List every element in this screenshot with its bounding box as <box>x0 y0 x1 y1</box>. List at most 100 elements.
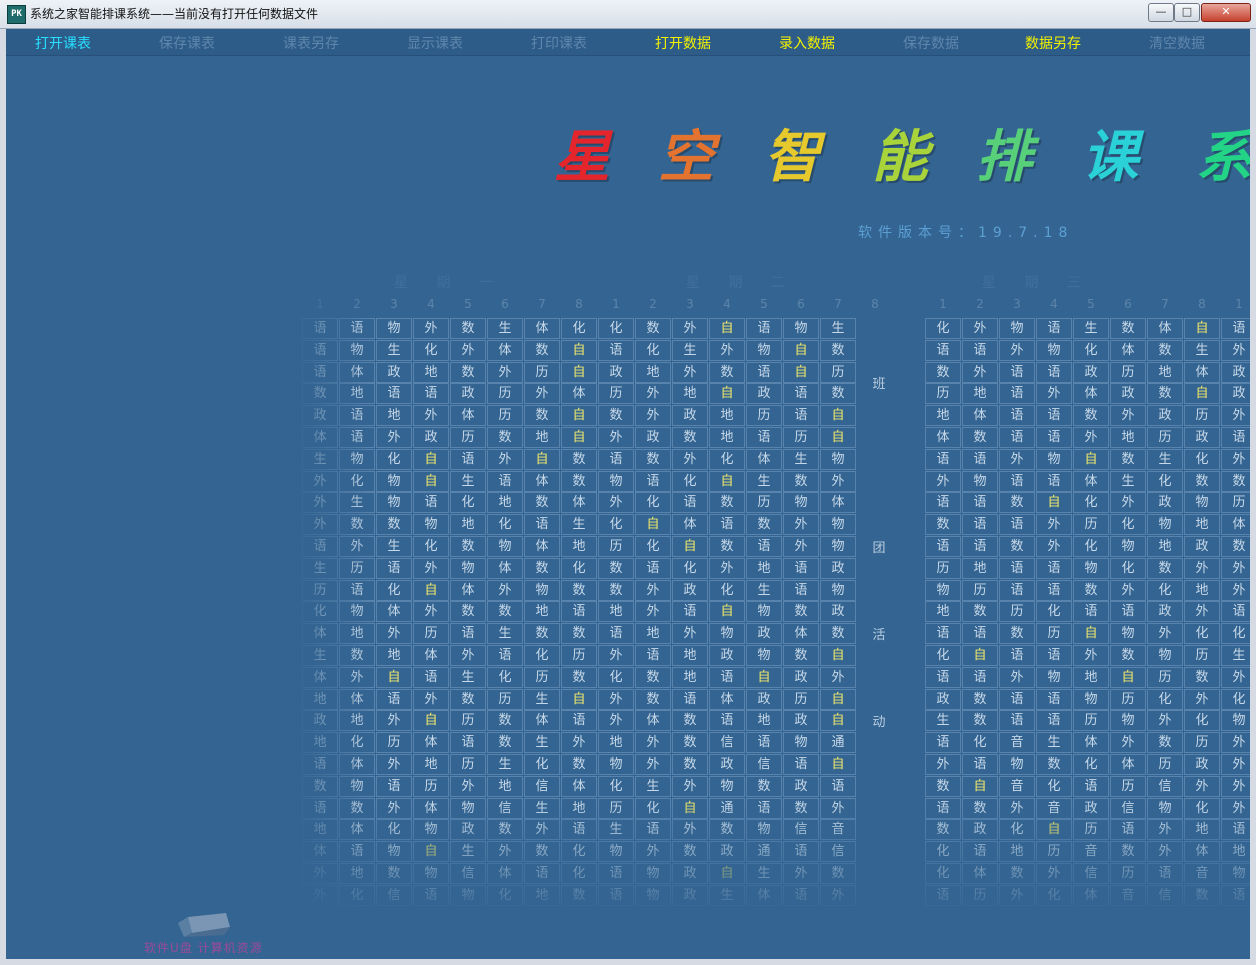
schedule-cell: 体 <box>962 405 998 427</box>
schedule-cell: 数 <box>1110 645 1146 666</box>
schedule-cell: 信 <box>1073 863 1109 884</box>
banner-char-4: 能 <box>872 124 928 190</box>
schedule-cell: 语 <box>1036 579 1072 601</box>
schedule-cell: 数 <box>962 427 998 448</box>
close-button[interactable]: ✕ <box>1201 3 1251 22</box>
schedule-cell: 政 <box>1073 797 1109 819</box>
vertical-label-char: 动 <box>872 715 886 730</box>
schedule-cell: 体 <box>783 623 819 645</box>
menu-clear-data[interactable]: 清空数据 <box>1117 33 1237 53</box>
schedule-cell: 外 <box>672 623 708 645</box>
schedule-cell: 化 <box>999 819 1035 841</box>
schedule-cell: 历 <box>1110 688 1146 710</box>
schedule-cell: 语 <box>1036 427 1072 448</box>
schedule-cell: 数 <box>524 623 560 645</box>
schedule-cell: 语 <box>999 710 1035 732</box>
schedule-cell: 生 <box>1036 732 1072 754</box>
schedule-cell: 物 <box>925 579 961 601</box>
schedule-cell: 政 <box>635 427 671 448</box>
schedule-cell: 语 <box>376 383 412 405</box>
schedule-cell: 数 <box>1110 318 1146 339</box>
schedule-cell: 政 <box>746 688 782 710</box>
schedule-cell: 语 <box>561 710 597 732</box>
schedule-cell: 地 <box>413 361 449 383</box>
version-label: 软件版本号：19.7.18 <box>858 225 1074 241</box>
menu-show-schedule[interactable]: 显示课表 <box>375 33 495 53</box>
schedule-cell: 外 <box>1147 819 1183 841</box>
maximize-button[interactable]: □ <box>1174 3 1200 22</box>
schedule-cell: 历 <box>598 536 634 557</box>
schedule-cell <box>857 492 893 513</box>
schedule-cell: 历 <box>524 666 560 688</box>
schedule-cell: 物 <box>1221 710 1250 732</box>
schedule-cell: 历 <box>302 579 338 601</box>
schedule-cell: 外 <box>962 361 998 383</box>
schedule-cell: 语 <box>1073 775 1109 797</box>
menu-save-schedule-as[interactable]: 课表另存 <box>251 33 371 53</box>
schedule-cell: 外 <box>1221 557 1250 579</box>
schedule-cell: 外 <box>524 819 560 841</box>
schedule-cell: 历 <box>1221 492 1250 514</box>
banner-char-6: 课 <box>1082 124 1138 190</box>
schedule-cell: 体 <box>1184 841 1220 863</box>
menu-enter-data[interactable]: 录入数据 <box>747 33 867 53</box>
schedule-cell: 地 <box>524 884 560 906</box>
schedule-cell: 化 <box>1184 448 1220 470</box>
schedule-background-grid: 星 期 一 星 期 二 星 期 三 1 2 3 4 5 6 7 8 1 2 3 4 5 6 7 8 1 2 3 4 5 6… <box>302 269 1250 909</box>
schedule-cell <box>857 601 893 622</box>
schedule-cell: 外 <box>376 754 412 775</box>
schedule-cell: 化 <box>302 601 338 623</box>
schedule-cell: 地 <box>999 841 1035 863</box>
schedule-cell: 外 <box>302 470 338 492</box>
schedule-cell: 外 <box>598 492 634 514</box>
schedule-cell <box>857 798 893 819</box>
schedule-cell: 语 <box>524 514 560 536</box>
schedule-cell: 政 <box>302 710 338 732</box>
period-number: 7 <box>1161 297 1169 311</box>
schedule-cell: 物 <box>487 536 523 557</box>
schedule-cell: 外 <box>1221 732 1250 754</box>
schedule-cell: 生 <box>1073 318 1109 339</box>
menu-open-data[interactable]: 打开数据 <box>623 33 743 53</box>
schedule-cell: 语 <box>1036 470 1072 492</box>
schedule-cell: 化 <box>635 536 671 557</box>
minimize-button[interactable]: — <box>1148 3 1174 22</box>
schedule-cell: 语 <box>413 884 449 906</box>
schedule-cell: 历 <box>450 710 486 732</box>
schedule-cell: 地 <box>561 797 597 819</box>
schedule-cell: 数 <box>962 710 998 732</box>
schedule-cell: 语 <box>1221 819 1250 841</box>
schedule-cell: 外 <box>1147 710 1183 732</box>
schedule-cell: 政 <box>672 405 708 427</box>
schedule-cell: 数 <box>1221 536 1250 557</box>
schedule-cell: 数 <box>820 339 856 361</box>
menu-save-data[interactable]: 保存数据 <box>871 33 991 53</box>
menu-save-data-as[interactable]: 数据另存 <box>993 33 1113 53</box>
day-header-tue: 星 期 二 <box>686 275 797 291</box>
menu-print-schedule[interactable]: 打印课表 <box>499 33 619 53</box>
schedule-cell: 体 <box>450 579 486 601</box>
period-number: 2 <box>649 297 657 311</box>
schedule-cell: 体 <box>925 427 961 448</box>
schedule-cell: 语 <box>962 536 998 557</box>
schedule-cell: 历 <box>487 405 523 427</box>
schedule-cell: 化 <box>925 318 961 339</box>
schedule-cell: 体 <box>635 710 671 732</box>
schedule-cell: 自 <box>820 427 856 448</box>
schedule-cell: 语 <box>999 361 1035 383</box>
schedule-cell: 生 <box>376 536 412 557</box>
schedule-cell: 政 <box>672 579 708 601</box>
menu-save-schedule[interactable]: 保存课表 <box>127 33 247 53</box>
schedule-cell: 语 <box>413 666 449 688</box>
schedule-cell: 政 <box>1147 601 1183 623</box>
schedule-cell: 语 <box>925 884 961 906</box>
schedule-cell: 语 <box>339 318 375 339</box>
schedule-cell: 语 <box>450 448 486 470</box>
schedule-cell: 体 <box>672 514 708 536</box>
schedule-cell: 地 <box>339 710 375 732</box>
schedule-cell: 语 <box>783 754 819 775</box>
schedule-cell: 历 <box>962 884 998 906</box>
menu-open-schedule[interactable]: 打开课表 <box>6 33 123 53</box>
schedule-cell: 历 <box>1184 732 1220 754</box>
schedule-cell: 语 <box>783 405 819 427</box>
